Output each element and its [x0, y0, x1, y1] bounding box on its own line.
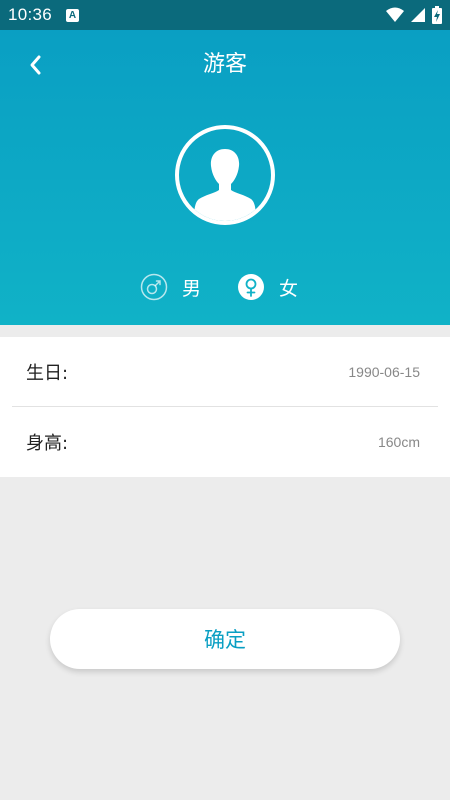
height-row[interactable]: 身高: 160cm	[12, 407, 438, 477]
user-silhouette-icon	[194, 149, 256, 221]
a-letter-icon: A	[66, 8, 80, 22]
confirm-button[interactable]: 确定	[50, 609, 400, 669]
profile-header: 游客 男 女	[0, 30, 450, 325]
wifi-icon	[386, 7, 404, 22]
height-value: 160cm	[377, 434, 420, 450]
gender-option-male[interactable]: 男	[140, 272, 201, 302]
info-card: 生日: 1990-06-15 身高: 160cm	[0, 337, 450, 477]
male-symbol-icon	[140, 273, 168, 301]
gender-selector: 男 女	[0, 272, 450, 302]
gender-option-female[interactable]: 女	[237, 272, 298, 302]
female-symbol-icon	[238, 274, 264, 300]
avatar[interactable]	[175, 125, 275, 225]
battery-charging-icon	[432, 6, 442, 24]
status-icons	[386, 6, 442, 24]
gender-label-male: 男	[182, 277, 202, 300]
page-title: 游客	[202, 52, 247, 77]
birthday-label: 生日:	[26, 362, 69, 384]
height-label: 身高:	[26, 433, 69, 454]
status-time: 10:36	[8, 5, 53, 24]
birthday-value: 1990-06-15	[348, 363, 420, 380]
status-bar: 10:36 A	[0, 0, 450, 30]
gender-label-female: 女	[279, 277, 299, 300]
signal-icon	[411, 8, 425, 22]
birthday-row[interactable]: 生日: 1990-06-15	[12, 337, 438, 407]
